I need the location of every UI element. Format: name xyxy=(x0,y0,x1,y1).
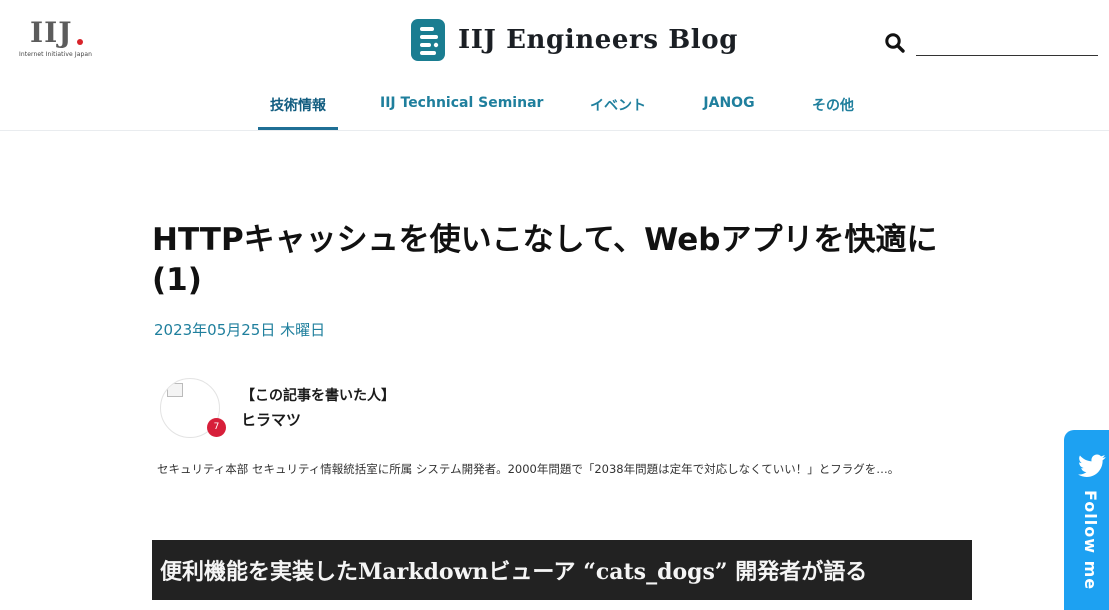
corp-logo-tagline: Internet Initiative Japan xyxy=(19,51,93,58)
nav-tab-others[interactable]: その他 xyxy=(805,86,861,130)
post-date[interactable]: 2023年05月25日 木曜日 xyxy=(154,319,325,340)
eyecatch-banner: 便利機能を実装したMarkdownビューア “cats_dogs” 開発者が語る xyxy=(152,540,972,600)
broken-image-icon xyxy=(167,383,183,397)
twitter-icon xyxy=(1078,454,1106,477)
follow-me-tab[interactable]: Follow me xyxy=(1064,430,1109,610)
search-icon[interactable] xyxy=(884,32,906,54)
search-box xyxy=(884,30,1098,58)
author-post-count-badge: 7 xyxy=(207,418,226,437)
eyecatch-banner-text: 便利機能を実装したMarkdownビューア “cats_dogs” 開発者が語る xyxy=(160,559,868,585)
blog-title: IIJ Engineers Blog xyxy=(458,25,739,55)
article-title: HTTPキャッシュを使いこなして、Webアプリを快適に(1) xyxy=(152,222,938,298)
nav-tab-events[interactable]: イベント xyxy=(582,86,654,130)
corp-logo-text: IIJ xyxy=(30,16,73,49)
iij-corporate-logo[interactable]: IIJ Internet Initiative Japan xyxy=(19,16,93,60)
author-bio: セキュリティ本部 セキュリティ情報統括室に所属 システム開発者。2000年問題で… xyxy=(157,462,900,476)
nav-tab-technical-seminar[interactable]: IIJ Technical Seminar xyxy=(380,86,543,130)
search-input[interactable] xyxy=(916,30,1098,56)
main-nav: 技術情報 IIJ Technical Seminar イベント JANOG その… xyxy=(0,86,1109,130)
logo-red-dot xyxy=(77,39,83,45)
author-name-link[interactable]: ヒラマツ xyxy=(241,409,301,430)
follow-me-label: Follow me xyxy=(1081,490,1100,591)
author-heading: 【この記事を書いた人】 xyxy=(241,388,395,404)
blog-logo-icon xyxy=(411,19,445,61)
nav-tab-tech-info[interactable]: 技術情報 xyxy=(258,86,338,130)
blog-brand-link[interactable]: IIJ Engineers Blog xyxy=(411,18,738,62)
site-header: IIJ Internet Initiative Japan IIJ Engine… xyxy=(0,0,1109,131)
nav-tab-janog[interactable]: JANOG xyxy=(699,86,759,130)
